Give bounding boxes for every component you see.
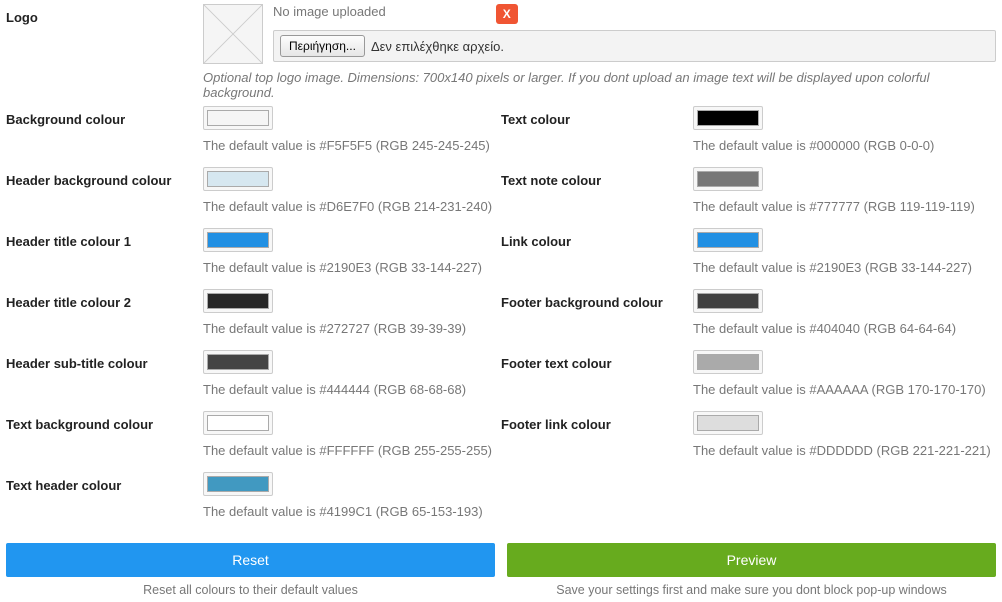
logo-placeholder [203, 4, 263, 64]
colour-swatch-inner [697, 354, 759, 370]
colour-hint: The default value is #444444 (RGB 68-68-… [203, 382, 501, 397]
colour-label: Text colour [501, 106, 693, 167]
colour-label: Background colour [6, 106, 203, 167]
colour-label: Header title colour 1 [6, 228, 203, 289]
colour-swatch[interactable] [203, 289, 273, 313]
colour-swatch-inner [207, 476, 269, 492]
colour-hint: The default value is #F5F5F5 (RGB 245-24… [203, 138, 501, 153]
colour-swatch[interactable] [693, 228, 763, 252]
colour-swatch-inner [207, 232, 269, 248]
colour-swatch-inner [207, 293, 269, 309]
file-chosen-text: Δεν επιλέχθηκε αρχείο. [371, 39, 504, 54]
colour-swatch[interactable] [203, 106, 273, 130]
colour-swatch-inner [697, 415, 759, 431]
colour-label: Header background colour [6, 167, 203, 228]
logo-hint: Optional top logo image. Dimensions: 700… [203, 70, 996, 100]
colour-swatch[interactable] [203, 472, 273, 496]
remove-logo-button[interactable]: X [496, 4, 518, 24]
colour-hint: The default value is #2190E3 (RGB 33-144… [693, 260, 996, 275]
colour-hint: The default value is #272727 (RGB 39-39-… [203, 321, 501, 336]
colour-label: Footer link colour [501, 411, 693, 472]
file-input-row[interactable]: Περιήγηση... Δεν επιλέχθηκε αρχείο. [273, 30, 996, 62]
colour-label: Text note colour [501, 167, 693, 228]
colour-swatch-inner [697, 232, 759, 248]
colour-label: Text header colour [6, 472, 203, 533]
colour-label: Text background colour [6, 411, 203, 472]
colour-hint: The default value is #DDDDDD (RGB 221-22… [693, 443, 996, 458]
colour-hint: The default value is #FFFFFF (RGB 255-25… [203, 443, 501, 458]
browse-button[interactable]: Περιήγηση... [280, 35, 365, 57]
colour-hint: The default value is #000000 (RGB 0-0-0) [693, 138, 996, 153]
colour-hint: The default value is #AAAAAA (RGB 170-17… [693, 382, 996, 397]
colour-swatch[interactable] [693, 411, 763, 435]
colour-hint: The default value is #404040 (RGB 64-64-… [693, 321, 996, 336]
colour-swatch-inner [697, 110, 759, 126]
reset-button[interactable]: Reset [6, 543, 495, 577]
logo-label: Logo [6, 4, 203, 25]
preview-hint: Save your settings first and make sure y… [507, 583, 996, 597]
colour-hint: The default value is #777777 (RGB 119-11… [693, 199, 996, 214]
colour-hint: The default value is #D6E7F0 (RGB 214-23… [203, 199, 501, 214]
colour-swatch-inner [207, 415, 269, 431]
colour-swatch-inner [697, 171, 759, 187]
colour-swatch[interactable] [203, 228, 273, 252]
colour-swatch[interactable] [693, 350, 763, 374]
colour-swatch[interactable] [693, 289, 763, 313]
no-image-text: No image uploaded [273, 4, 386, 19]
colour-label: Footer text colour [501, 350, 693, 411]
colour-hint: The default value is #2190E3 (RGB 33-144… [203, 260, 501, 275]
colour-swatch[interactable] [693, 106, 763, 130]
colour-label: Header sub-title colour [6, 350, 203, 411]
colour-hint: The default value is #4199C1 (RGB 65-153… [203, 504, 501, 519]
colour-swatch-inner [207, 171, 269, 187]
preview-button[interactable]: Preview [507, 543, 996, 577]
reset-hint: Reset all colours to their default value… [6, 583, 495, 597]
colour-swatch[interactable] [203, 167, 273, 191]
colour-swatch-inner [207, 110, 269, 126]
colour-swatch[interactable] [693, 167, 763, 191]
colour-label: Link colour [501, 228, 693, 289]
colour-swatch[interactable] [203, 350, 273, 374]
colour-label: Header title colour 2 [6, 289, 203, 350]
colour-swatch-inner [697, 293, 759, 309]
colour-swatch[interactable] [203, 411, 273, 435]
colour-swatch-inner [207, 354, 269, 370]
colour-label: Footer background colour [501, 289, 693, 350]
